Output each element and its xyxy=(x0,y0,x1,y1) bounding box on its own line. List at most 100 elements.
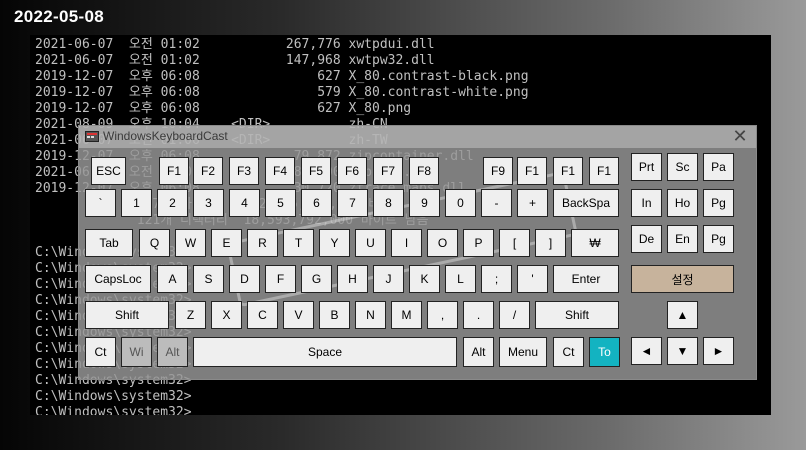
console-line: 2019-12-07 오후 06:08 627 X_80.contrast-bl… xyxy=(35,69,529,84)
key-ho[interactable]: Ho xyxy=(667,189,698,217)
key-f[interactable]: F xyxy=(265,265,296,293)
key-f1[interactable]: F1 xyxy=(159,157,189,185)
key-q[interactable]: Q xyxy=(139,229,170,257)
key-f1[interactable]: F1 xyxy=(553,157,583,185)
key-f8[interactable]: F8 xyxy=(409,157,439,185)
key-wi[interactable]: Wi xyxy=(121,337,152,367)
key-b[interactable]: B xyxy=(319,301,350,329)
key-2[interactable]: 2 xyxy=(157,189,188,217)
key-f6[interactable]: F6 xyxy=(337,157,367,185)
key-[interactable]: ] xyxy=(535,229,566,257)
key-[interactable]: ` xyxy=(85,189,116,217)
key-j[interactable]: J xyxy=(373,265,404,293)
key-y[interactable]: Y xyxy=(319,229,350,257)
desktop-date-label: 2022-05-08 xyxy=(14,7,104,26)
key-capsloc[interactable]: CapsLoc xyxy=(85,265,151,293)
key-in[interactable]: In xyxy=(631,189,662,217)
key-space[interactable]: Space xyxy=(193,337,457,367)
key-f1[interactable]: F1 xyxy=(589,157,619,185)
keyboard-cast-window[interactable]: WindowsKeyboardCast ✕ ESC F1 F2 F3 F4 F5 F6 F7 F… xyxy=(78,125,757,380)
key-pa[interactable]: Pa xyxy=(703,153,734,181)
key-o[interactable]: O xyxy=(427,229,458,257)
key-h[interactable]: H xyxy=(337,265,368,293)
arrow-down-key[interactable]: ▼ xyxy=(667,337,698,365)
key-w[interactable]: W xyxy=(175,229,206,257)
key-r[interactable]: R xyxy=(247,229,278,257)
key-alt[interactable]: Alt xyxy=(463,337,494,367)
key-ct[interactable]: Ct xyxy=(85,337,116,367)
key-m[interactable]: M xyxy=(391,301,422,329)
key-l[interactable]: L xyxy=(445,265,476,293)
key-prt[interactable]: Prt xyxy=(631,153,662,181)
key-z[interactable]: Z xyxy=(175,301,206,329)
key-u[interactable]: U xyxy=(355,229,386,257)
key-c[interactable]: C xyxy=(247,301,278,329)
key-t[interactable]: T xyxy=(283,229,314,257)
keyboard-titlebar[interactable]: WindowsKeyboardCast ✕ xyxy=(79,126,756,148)
key-9[interactable]: 9 xyxy=(409,189,440,217)
key-enter[interactable]: Enter xyxy=(553,265,619,293)
key-[interactable]: + xyxy=(517,189,548,217)
key-7[interactable]: 7 xyxy=(337,189,368,217)
key-x[interactable]: X xyxy=(211,301,242,329)
key-f7[interactable]: F7 xyxy=(373,157,403,185)
key-a[interactable]: A xyxy=(157,265,188,293)
key-n[interactable]: N xyxy=(355,301,386,329)
key-8[interactable]: 8 xyxy=(373,189,404,217)
key-pg[interactable]: Pg xyxy=(703,189,734,217)
key-tab[interactable]: Tab xyxy=(85,229,133,257)
close-icon[interactable]: ✕ xyxy=(730,126,750,148)
key-[interactable]: ₩ xyxy=(571,229,619,257)
console-line: C:\Windows\system32> xyxy=(35,389,192,404)
key-[interactable]: ' xyxy=(517,265,548,293)
key-0[interactable]: 0 xyxy=(445,189,476,217)
key-i[interactable]: I xyxy=(391,229,422,257)
key-shift[interactable]: Shift xyxy=(535,301,619,329)
key-f4[interactable]: F4 xyxy=(265,157,295,185)
key-alt[interactable]: Alt xyxy=(157,337,188,367)
key-sc[interactable]: Sc xyxy=(667,153,698,181)
key-1[interactable]: 1 xyxy=(121,189,152,217)
console-line: C:\Windows\system32> xyxy=(35,405,192,415)
arrow-right-key[interactable]: ► xyxy=(703,337,734,365)
key-f2[interactable]: F2 xyxy=(193,157,223,185)
key-de[interactable]: De xyxy=(631,225,662,253)
key-to[interactable]: To xyxy=(589,337,620,367)
arrow-left-key[interactable]: ◄ xyxy=(631,337,662,365)
key-ct[interactable]: Ct xyxy=(553,337,584,367)
key-k[interactable]: K xyxy=(409,265,440,293)
key-s[interactable]: S xyxy=(193,265,224,293)
key-shift[interactable]: Shift xyxy=(85,301,169,329)
key-f9[interactable]: F9 xyxy=(483,157,513,185)
key-f3[interactable]: F3 xyxy=(229,157,259,185)
key-5[interactable]: 5 xyxy=(265,189,296,217)
key-[interactable]: / xyxy=(499,301,530,329)
key-[interactable]: . xyxy=(463,301,494,329)
settings-button[interactable]: 설정 xyxy=(631,265,734,293)
key-[interactable]: , xyxy=(427,301,458,329)
key-backspa[interactable]: BackSpa xyxy=(553,189,619,217)
arrow-up-key[interactable]: ▲ xyxy=(667,301,698,329)
key-menu[interactable]: Menu xyxy=(499,337,547,367)
console-line: 2021-06-07 오전 01:02 267,776 xwtpdui.dll xyxy=(35,37,435,52)
key-esc[interactable]: ESC xyxy=(91,157,126,185)
key-3[interactable]: 3 xyxy=(193,189,224,217)
key-en[interactable]: En xyxy=(667,225,698,253)
key-[interactable]: [ xyxy=(499,229,530,257)
key-g[interactable]: G xyxy=(301,265,332,293)
key-6[interactable]: 6 xyxy=(301,189,332,217)
console-line: 2021-06-07 오전 01:02 147,968 xwtpw32.dll xyxy=(35,53,435,68)
key-4[interactable]: 4 xyxy=(229,189,260,217)
key-e[interactable]: E xyxy=(211,229,242,257)
console-line: 2019-12-07 오후 06:08 627 X_80.png xyxy=(35,101,412,116)
key-d[interactable]: D xyxy=(229,265,260,293)
key-pg[interactable]: Pg xyxy=(703,225,734,253)
key-f1[interactable]: F1 xyxy=(517,157,547,185)
key-p[interactable]: P xyxy=(463,229,494,257)
key-[interactable]: ; xyxy=(481,265,512,293)
console-line: 2019-12-07 오후 06:08 579 X_80.contrast-wh… xyxy=(35,85,529,100)
key-f5[interactable]: F5 xyxy=(301,157,331,185)
keyboard-window-title: WindowsKeyboardCast xyxy=(103,129,228,143)
key-v[interactable]: V xyxy=(283,301,314,329)
key-[interactable]: - xyxy=(481,189,512,217)
